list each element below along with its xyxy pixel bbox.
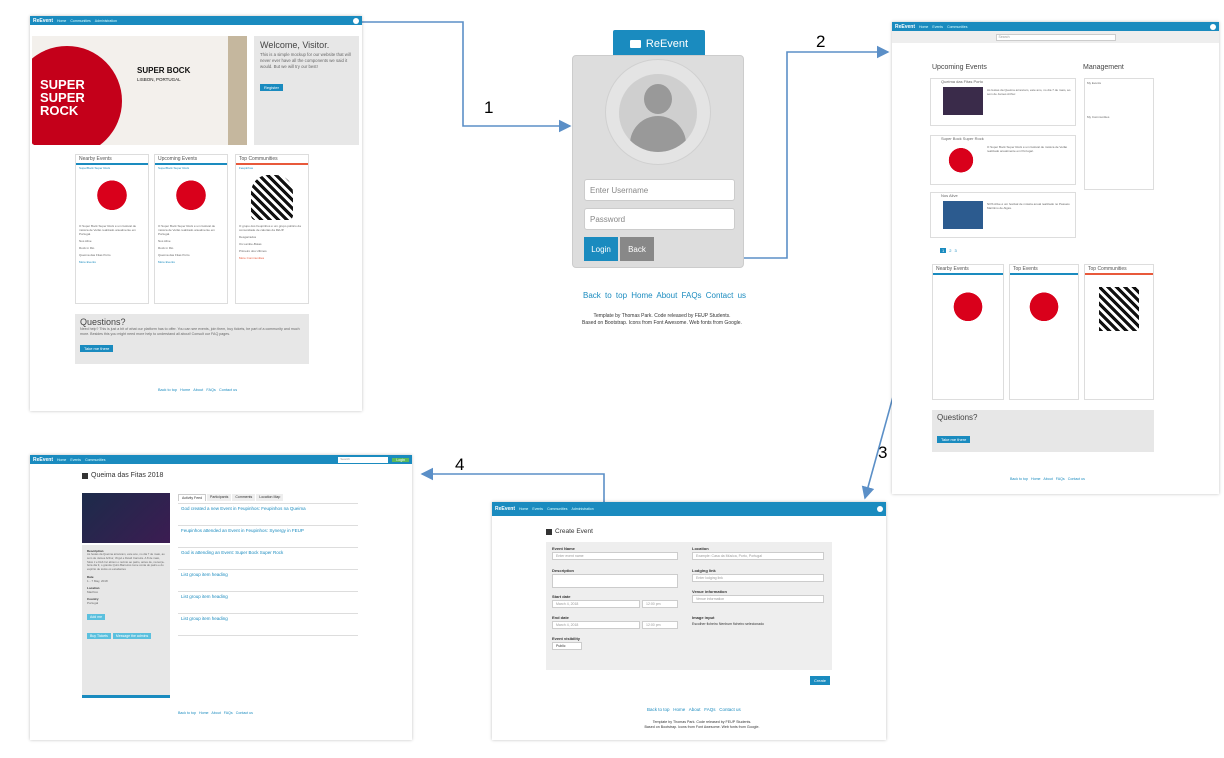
events-communities-card: Top Communities: [1084, 264, 1154, 400]
events-search-input[interactable]: Search: [995, 33, 1116, 41]
footer-link-about[interactable]: About: [656, 291, 677, 300]
poster-title: SUPER BOCK: [137, 66, 191, 75]
login-button[interactable]: Login: [584, 237, 618, 261]
tab-location[interactable]: Location Map: [256, 494, 284, 501]
back-button[interactable]: Back: [620, 237, 654, 261]
footer-link-contact[interactable]: Contact us: [706, 291, 746, 300]
home-footer[interactable]: Back to top Home About FAQs Contact us: [158, 388, 237, 392]
tab-comments[interactable]: Comments: [232, 494, 256, 501]
create-title: Create Event: [546, 528, 593, 535]
pagination: 1 2 3: [940, 248, 957, 253]
buy-tickets-button[interactable]: Buy Tickets: [87, 632, 111, 639]
avatar-icon: [619, 74, 697, 152]
login-card: Enter Username Password Login Back: [572, 55, 744, 268]
top-communities-card: Top Communities Feupinhos O grupo dos Fe…: [235, 154, 309, 304]
login-header: ReEvent: [613, 30, 705, 57]
create-button[interactable]: Create: [810, 676, 831, 685]
create-footer-note: Template by Thomas Park. Code released b…: [644, 720, 760, 729]
activity-feed: God created a new Event in Feupinhos: Fe…: [178, 503, 358, 636]
event-navbar: ReEvent Home Events Communities Search L…: [30, 455, 412, 464]
user-icon[interactable]: [877, 506, 883, 512]
navbar: ReEvent Home Communities Administration: [30, 16, 362, 25]
description-input[interactable]: [552, 574, 678, 588]
events-nearby-card: Nearby Events: [932, 264, 1004, 400]
events-navbar: ReEvent Home Events Communities: [892, 22, 1219, 31]
image-file-input[interactable]: Escolher ficheiro Nenhum ficheiro seleci…: [692, 621, 824, 629]
questions-box: Questions? Need help? This is just a bit…: [75, 314, 309, 364]
lodging-input[interactable]: Enter lodging link: [692, 574, 824, 582]
welcome-box: Welcome, Visitor. This is a simple mocku…: [254, 36, 359, 145]
footer-link-home[interactable]: Home: [631, 291, 652, 300]
end-time-input[interactable]: 12:00 pm: [642, 621, 678, 629]
management-box: My Events My Communities: [1084, 78, 1154, 190]
nav-communities[interactable]: Communities: [70, 19, 90, 23]
calendar-icon: [82, 472, 88, 479]
nav-home[interactable]: Home: [57, 19, 66, 23]
feed-item[interactable]: God created a new Event in Feupinhos: Fe…: [178, 504, 358, 526]
create-event-screen: ReEvent Home Events Communities Administ…: [492, 502, 886, 740]
nav-admin[interactable]: Administration: [95, 19, 117, 23]
end-date-input[interactable]: March 4, 2018: [552, 621, 640, 629]
events-screen: ReEvent Home Events Communities Search U…: [892, 22, 1219, 494]
home-screen: ReEvent Home Communities Administration …: [30, 16, 362, 411]
events-questions: Questions? Take me there: [932, 410, 1154, 452]
event-poster: [82, 493, 170, 543]
arrow-1: [362, 21, 572, 133]
welcome-title: Welcome, Visitor.: [260, 40, 330, 50]
feed-item[interactable]: God is attending an Event: Super Bock Su…: [178, 548, 358, 570]
feed-item[interactable]: List group item heading: [178, 592, 358, 614]
event-login-button[interactable]: Login: [392, 457, 409, 462]
login-footer-note: Template by Thomas Park. Code released b…: [582, 313, 742, 326]
feed-item[interactable]: Feupinhos attended an Event in Feupinhos…: [178, 526, 358, 548]
nearby-events-card: Nearby Events SuperBock Super Rock O Sup…: [75, 154, 149, 304]
event-search-input[interactable]: Search: [338, 456, 389, 463]
welcome-text: This is a simple mockup for our website …: [260, 52, 351, 69]
upcoming-item-3[interactable]: Nos Alive NOS Alive é um festival de mús…: [930, 192, 1076, 238]
register-button[interactable]: Register: [260, 84, 283, 91]
carousel[interactable]: SUPER SUPER ROCK SUPER BOCK LISBON, PORTUG…: [32, 36, 247, 145]
event-title: Queima das Fitas 2018: [82, 472, 163, 479]
events-top-card: Top Events: [1009, 264, 1079, 400]
visibility-select[interactable]: Public: [552, 642, 582, 650]
footer-link-top[interactable]: Back to top: [583, 291, 627, 300]
take-me-there-button[interactable]: Take me there: [80, 345, 114, 352]
event-tabs: Activity Feed Participants Comments Loca…: [178, 494, 284, 501]
password-input[interactable]: Password: [584, 208, 735, 230]
feed-item[interactable]: List group item heading: [178, 570, 358, 592]
username-input[interactable]: Enter Username: [584, 179, 735, 201]
tab-participants[interactable]: Participants: [207, 494, 232, 501]
poster-subtitle: LISBON, PORTUGAL: [137, 77, 181, 82]
venue-input[interactable]: Venue information: [692, 595, 824, 603]
envelope-icon: [629, 39, 641, 48]
create-navbar: ReEvent Home Events Communities Administ…: [492, 502, 886, 516]
upcoming-item-1[interactable]: Queima das Fitas Porto As festas da Quei…: [930, 78, 1076, 126]
event-page-screen: ReEvent Home Events Communities Search L…: [30, 455, 412, 740]
user-icon[interactable]: [1210, 23, 1216, 30]
user-icon[interactable]: [353, 17, 359, 24]
start-date-input[interactable]: March 4, 2018: [552, 600, 640, 608]
brand-logo[interactable]: ReEvent: [33, 18, 53, 24]
login-footer-links: Back to top Home About FAQs Contact us: [583, 291, 746, 300]
create-form: Event Name Enter event name Description …: [546, 542, 832, 670]
event-name-input[interactable]: Enter event name: [552, 552, 678, 560]
start-time-input[interactable]: 12:00 pm: [642, 600, 678, 608]
upcoming-events-card: Upcoming Events SuperBock Super Rock O S…: [154, 154, 228, 304]
search-strip: Search: [892, 31, 1219, 43]
feed-item[interactable]: List group item heading: [178, 614, 358, 636]
event-info: Description As festas da Queima arrancam…: [82, 545, 170, 697]
location-input[interactable]: Example: Casa da Música, Porto, Portugal: [692, 552, 824, 560]
tab-activity[interactable]: Activity Feed: [178, 494, 207, 501]
add-me-button[interactable]: Add me: [87, 613, 106, 620]
login-title: ReEvent: [645, 37, 689, 50]
message-admins-button[interactable]: Message the admins: [112, 632, 152, 639]
upcoming-item-2[interactable]: Super Bock Super Rock O Super Bock Super…: [930, 135, 1076, 185]
zebra-icon: [251, 175, 293, 220]
calendar-icon: [546, 528, 552, 535]
footer-link-faqs[interactable]: FAQs: [682, 291, 702, 300]
